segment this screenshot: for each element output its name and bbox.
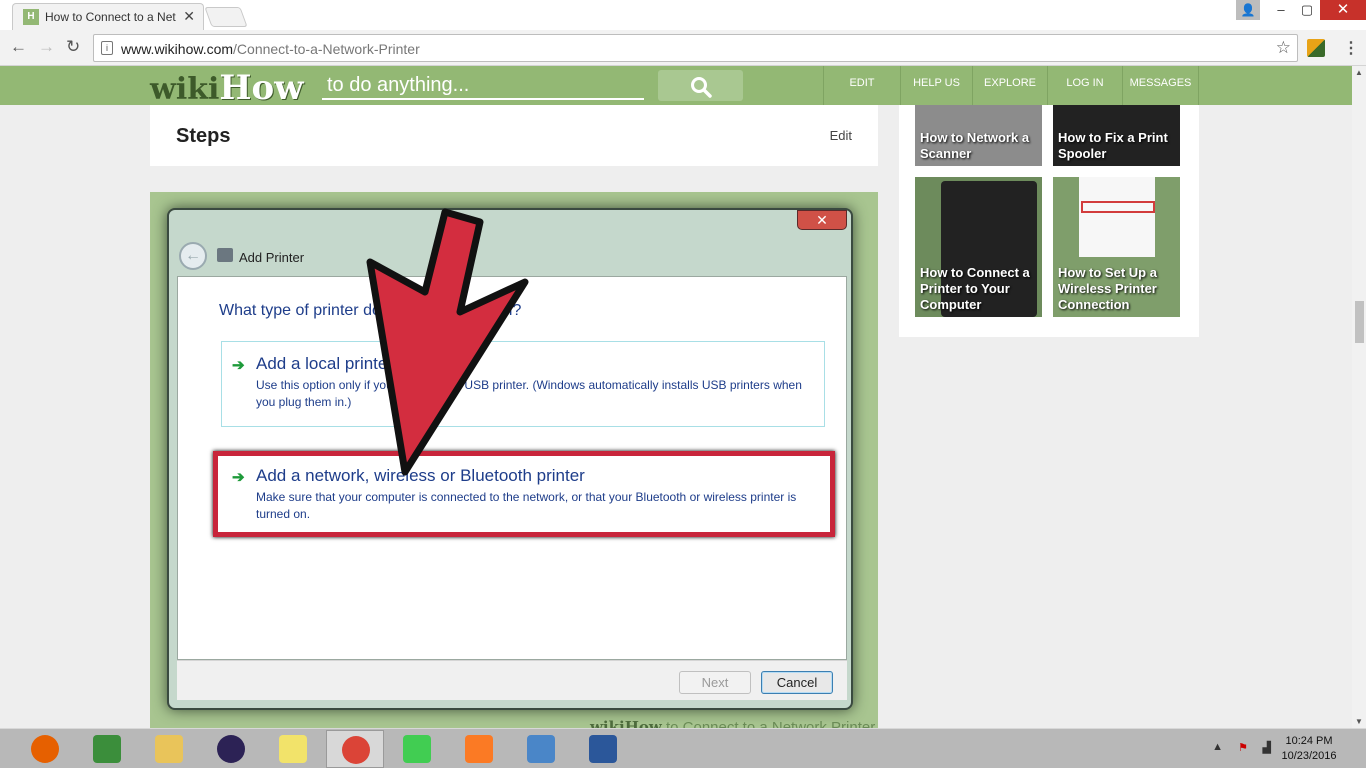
next-button: Next [679,671,751,694]
qt-creator-icon [403,735,431,763]
taskbar-app-eclipse[interactable] [202,730,260,768]
related-article[interactable]: How to Network a Scanner [915,105,1042,166]
chrome-icon [342,736,370,764]
window-controls: 👤 – ▢ ✕ [1236,0,1366,22]
taskbar-app-file-explorer[interactable] [140,730,198,768]
scroll-up-icon[interactable]: ▲ [1355,68,1363,77]
network-settings-icon [527,735,555,763]
green-arrow-icon: ➔ [232,357,245,374]
url-domain: www.wikihow.com [121,41,234,57]
tab-close-icon[interactable]: ✕ [183,8,195,25]
wikihow-header: wikiHow to do anything... EDIT HELP US E… [0,66,1352,108]
taskbar-app-sticky-notes[interactable] [264,730,322,768]
url-path: /Connect-to-a-Network-Printer [233,41,420,57]
chart-app-icon [93,735,121,763]
bookmark-star-icon[interactable]: ☆ [1276,38,1291,58]
search-icon [691,77,712,98]
step-image[interactable]: ✕ ← Add Printer What type of printer do … [150,192,878,728]
wikihow-nav: EDIT HELP US EXPLORE LOG IN MESSAGES [823,66,1199,105]
search-button[interactable] [658,70,743,101]
eclipse-icon [217,735,245,763]
browser-tabstrip: H How to Connect to a Net ✕ 👤 – ▢ ✕ [0,0,1366,30]
related-article-title: How to Connect a Printer to Your Compute… [920,265,1030,312]
maximize-button[interactable]: ▢ [1294,0,1320,20]
taskbar-app-network-settings[interactable] [512,730,570,768]
url-text: www.wikihow.com/Connect-to-a-Network-Pri… [121,41,420,57]
forward-icon[interactable]: → [38,37,55,57]
watermark-text: to Connect to a Network Printer [661,719,876,728]
page-viewport: wikiHow to do anything... EDIT HELP US E… [0,66,1366,728]
firefox-icon [31,735,59,763]
nav-log-in[interactable]: LOG IN [1047,66,1122,105]
user-icon[interactable]: 👤 [1236,0,1260,20]
taskbar-app-xampp[interactable] [450,730,508,768]
xampp-icon [465,735,493,763]
related-article-title: How to Network a Scanner [920,130,1030,161]
taskbar-app-word[interactable] [574,730,632,768]
dialog-footer: Next Cancel [177,660,847,700]
related-article-title: How to Fix a Print Spooler [1058,130,1168,161]
taskbar: ▲ ⚑ ▟ 10:24 PM 10/23/2016 [0,728,1366,768]
scrollbar-thumb[interactable] [1355,301,1364,343]
nav-messages[interactable]: MESSAGES [1122,66,1199,105]
related-article[interactable]: How to Fix a Print Spooler [1053,105,1180,166]
logo-how: How [219,68,304,108]
section-title: Steps [176,125,231,147]
nav-help-us[interactable]: HELP US [900,66,972,105]
nav-edit[interactable]: EDIT [823,66,900,105]
dialog-close-button: ✕ [797,210,847,230]
new-tab-button[interactable] [204,7,248,27]
wikihow-logo[interactable]: wikiHow [150,68,303,108]
related-article[interactable]: How to Set Up a Wireless Printer Connect… [1053,177,1180,317]
red-pointer-arrow-icon [366,208,529,476]
nav-explore[interactable]: EXPLORE [972,66,1047,105]
back-arrow-icon: ← [179,242,207,270]
clock-time: 10:24 PM [1285,735,1333,747]
browser-menu-icon[interactable]: ⋮ [1343,38,1359,58]
clock[interactable]: 10:24 PM 10/23/2016 [1274,734,1344,764]
search-input[interactable]: to do anything... [322,72,644,100]
dialog-title: Add Printer [239,250,305,265]
related-articles: How to Network a Scanner How to Fix a Pr… [899,105,1199,337]
address-bar[interactable]: i www.wikihow.com/Connect-to-a-Network-P… [93,34,1298,62]
section-edit-link[interactable]: Edit [830,128,852,143]
network-signal-icon[interactable]: ▟ [1263,741,1271,754]
taskbar-app-chrome[interactable] [326,730,384,768]
watermark-brand: wikiHow [590,718,662,728]
taskbar-app-firefox[interactable] [16,730,74,768]
tray-expand-icon[interactable]: ▲ [1212,741,1223,753]
cancel-button: Cancel [761,671,833,694]
selection-highlight [1081,201,1155,213]
printer-icon [217,248,233,262]
page-info-icon[interactable]: i [101,41,113,55]
related-article-title: How to Set Up a Wireless Printer Connect… [1058,265,1157,312]
tab-title: How to Connect to a Net [45,10,176,24]
close-window-button[interactable]: ✕ [1320,0,1366,20]
phone-screen-thumbnail [1079,177,1155,257]
action-center-icon[interactable]: ⚑ [1238,741,1248,754]
back-icon[interactable]: ← [10,37,27,57]
related-article[interactable]: How to Connect a Printer to Your Compute… [915,177,1042,317]
steps-section-header: Steps Edit [150,105,878,166]
green-arrow-icon: ➔ [232,469,245,486]
file-explorer-icon [155,735,183,763]
reload-icon[interactable]: ↻ [66,37,80,57]
wikihow-favicon-icon: H [23,9,39,25]
logo-wiki: wiki [150,72,220,107]
browser-toolbar: ← → ↻ i www.wikihow.com/Connect-to-a-Net… [0,30,1366,66]
browser-tab[interactable]: H How to Connect to a Net ✕ [12,3,204,30]
minimize-button[interactable]: – [1268,0,1294,20]
taskbar-app-qt-creator[interactable] [388,730,446,768]
extension-icon[interactable] [1307,39,1325,57]
taskbar-app-chart-app[interactable] [78,730,136,768]
word-icon [589,735,617,763]
clock-date: 10/23/2016 [1281,750,1337,762]
page-scrollbar[interactable]: ▲ ▼ [1352,66,1366,728]
option-description: Make sure that your computer is connecte… [256,490,797,521]
sticky-notes-icon [279,735,307,763]
image-watermark: wikiHow to Connect to a Network Printer [590,718,875,728]
scroll-down-icon[interactable]: ▼ [1355,717,1363,726]
